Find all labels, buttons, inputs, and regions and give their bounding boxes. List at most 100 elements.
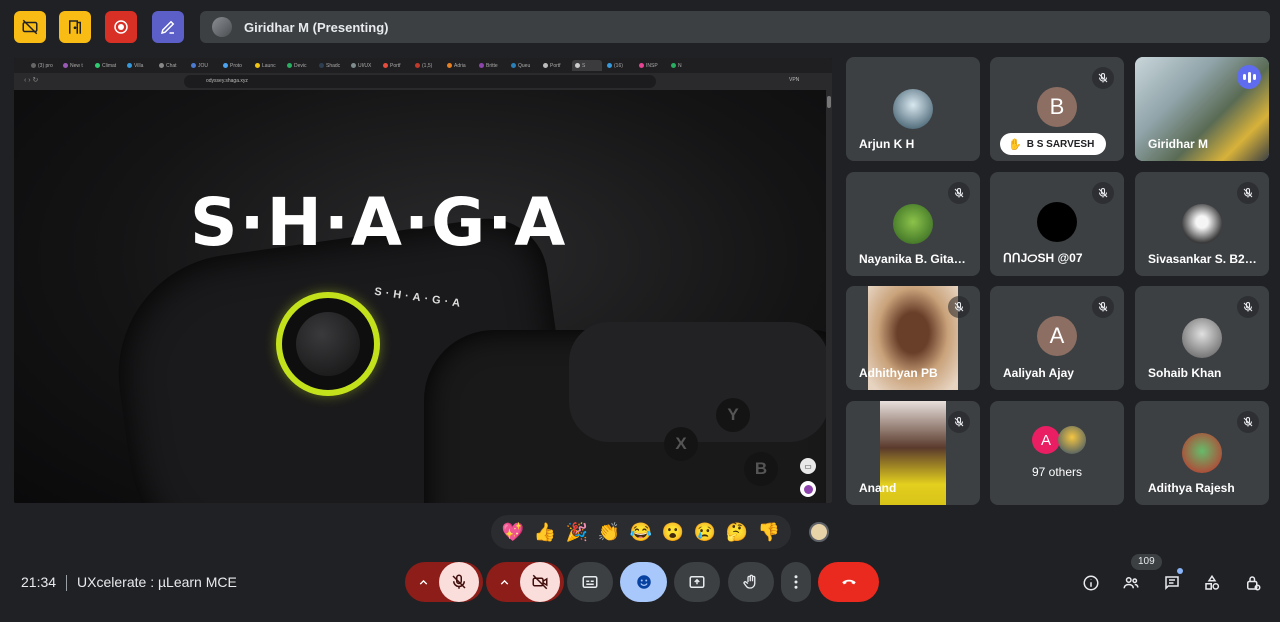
meeting-time: 21:34 (21, 574, 57, 590)
participant-tile[interactable]: Anand (846, 401, 980, 505)
chat-button[interactable] (1161, 572, 1183, 594)
reaction-emoji[interactable]: 🤔 (726, 523, 748, 541)
mic-off-icon (948, 296, 970, 318)
tab-favicon (31, 63, 36, 68)
participant-tile[interactable]: Adhithyan PB (846, 286, 980, 390)
tab-title: Portf (550, 62, 561, 69)
tab-title: (16) (614, 62, 623, 69)
browser-tab: UI/UX (348, 60, 378, 71)
participant-tile[interactable]: Sohaib Khan (1135, 286, 1269, 390)
face-button-x: X (664, 427, 698, 461)
tab-favicon (383, 63, 388, 68)
reaction-emoji[interactable]: 👎 (758, 523, 780, 541)
tab-favicon (223, 63, 228, 68)
microphone-button[interactable] (439, 562, 479, 602)
captions-icon (582, 576, 598, 588)
page-scrollbar (826, 90, 832, 503)
speaking-indicator-icon (1237, 65, 1261, 89)
tab-title: N (678, 62, 682, 69)
participant-tile[interactable]: Adithya Rajesh (1135, 401, 1269, 505)
participant-name: Nayanika B. Gitanjali (859, 252, 971, 266)
chevron-up-icon (500, 579, 509, 585)
people-button[interactable] (1120, 572, 1142, 594)
tab-title: Launc (262, 62, 276, 69)
others-avatar-letter: A (1032, 426, 1060, 454)
leave-call-button[interactable] (818, 562, 879, 602)
info-icon (1083, 575, 1099, 591)
participant-avatar (1182, 433, 1222, 473)
participant-avatar (893, 204, 933, 244)
tab-title: Chat (166, 62, 177, 69)
address-bar: odyssey.shaga.xyz (184, 75, 656, 88)
browser-tab: Adria (444, 60, 474, 71)
participant-name: Sivasankar S. B22... (1148, 252, 1260, 266)
participant-avatar (1037, 202, 1077, 242)
presenter-avatar (212, 17, 232, 37)
participant-tile[interactable]: A 97 others (990, 401, 1124, 505)
participant-tile[interactable]: B ✋ B S SARVESH (990, 57, 1124, 161)
others-avatar-photo (1058, 426, 1086, 454)
reactions-button[interactable] (620, 562, 667, 602)
mic-off-icon (1237, 296, 1259, 318)
tab-title: Queu (518, 62, 531, 69)
reaction-emoji[interactable]: 👍 (534, 523, 556, 541)
extension-chip[interactable] (800, 481, 816, 497)
end-call-icon (841, 579, 856, 585)
tab-title: Proto (230, 62, 242, 69)
reaction-emoji[interactable]: 😢 (694, 523, 716, 541)
mic-off-icon (1237, 411, 1259, 433)
chat-notification-dot (1177, 568, 1183, 574)
present-button[interactable] (674, 562, 720, 602)
mic-off-icon (948, 182, 970, 204)
participant-tile[interactable]: Arjun K H (846, 57, 980, 161)
browser-tab: Portf (540, 60, 570, 71)
participant-tile[interactable]: A Aaliyah Ajay (990, 286, 1124, 390)
activities-button[interactable] (1201, 572, 1223, 594)
browser-tab: Launc (252, 60, 282, 71)
screen-overlay-chip[interactable]: ▭ (800, 458, 816, 474)
presenting-indicator[interactable]: Giridhar M (Presenting) (200, 11, 1270, 43)
reaction-emoji[interactable]: 👏 (598, 523, 620, 541)
meeting-details: 21:34 UXcelerate : µLearn MCE (21, 574, 237, 592)
annotate-icon[interactable] (152, 11, 184, 43)
participant-name: Sohaib Khan (1148, 366, 1222, 380)
host-controls-button[interactable] (1242, 572, 1264, 594)
meeting-details-button[interactable] (1080, 572, 1102, 594)
chat-icon (1165, 576, 1179, 591)
face-button-y: Y (716, 398, 750, 432)
reaction-emoji[interactable]: 🎉 (566, 523, 588, 541)
more-options-button[interactable] (781, 562, 811, 602)
participant-tile[interactable]: Nayanika B. Gitanjali (846, 172, 980, 276)
tab-title: Adria (454, 62, 466, 69)
tab-favicon (63, 63, 68, 68)
participant-tile[interactable]: ᑎᑎJᝪSH @07 (990, 172, 1124, 276)
turn-off-captions-icon[interactable] (14, 11, 46, 43)
door-icon[interactable] (59, 11, 91, 43)
participant-avatar-letter: B (1037, 87, 1077, 127)
participant-name: Anand (859, 481, 897, 495)
recording-icon[interactable] (105, 11, 137, 43)
participant-tile[interactable]: Sivasankar S. B22... (1135, 172, 1269, 276)
participant-avatar (893, 89, 933, 129)
participant-name: Arjun K H (859, 137, 915, 151)
tab-favicon (607, 63, 612, 68)
browser-tab: N (668, 60, 698, 71)
reaction-emoji[interactable]: 😮 (662, 523, 684, 541)
tab-title: Shadc (326, 62, 341, 69)
camera-button[interactable] (520, 562, 560, 602)
participant-name: Adithya Rajesh (1148, 481, 1235, 495)
tab-title: Villa (134, 62, 144, 69)
participant-name: Aaliyah Ajay (1003, 366, 1074, 380)
captions-button[interactable] (567, 562, 613, 602)
tab-title: Britte (486, 62, 498, 69)
participant-tile[interactable]: Giridhar M (1135, 57, 1269, 161)
hand-icon (743, 574, 756, 589)
browser-toolbar: ‹ › ↻ odyssey.shaga.xyz VPN (14, 73, 832, 90)
tab-favicon (95, 63, 100, 68)
camera-off-icon (532, 574, 548, 590)
reaction-emoji[interactable]: 😂 (630, 523, 652, 541)
reaction-emoji[interactable]: 💖 (502, 523, 524, 541)
mic-off-icon (1092, 67, 1114, 89)
skin-tone-picker[interactable] (809, 522, 829, 542)
raise-hand-button[interactable] (728, 562, 774, 602)
